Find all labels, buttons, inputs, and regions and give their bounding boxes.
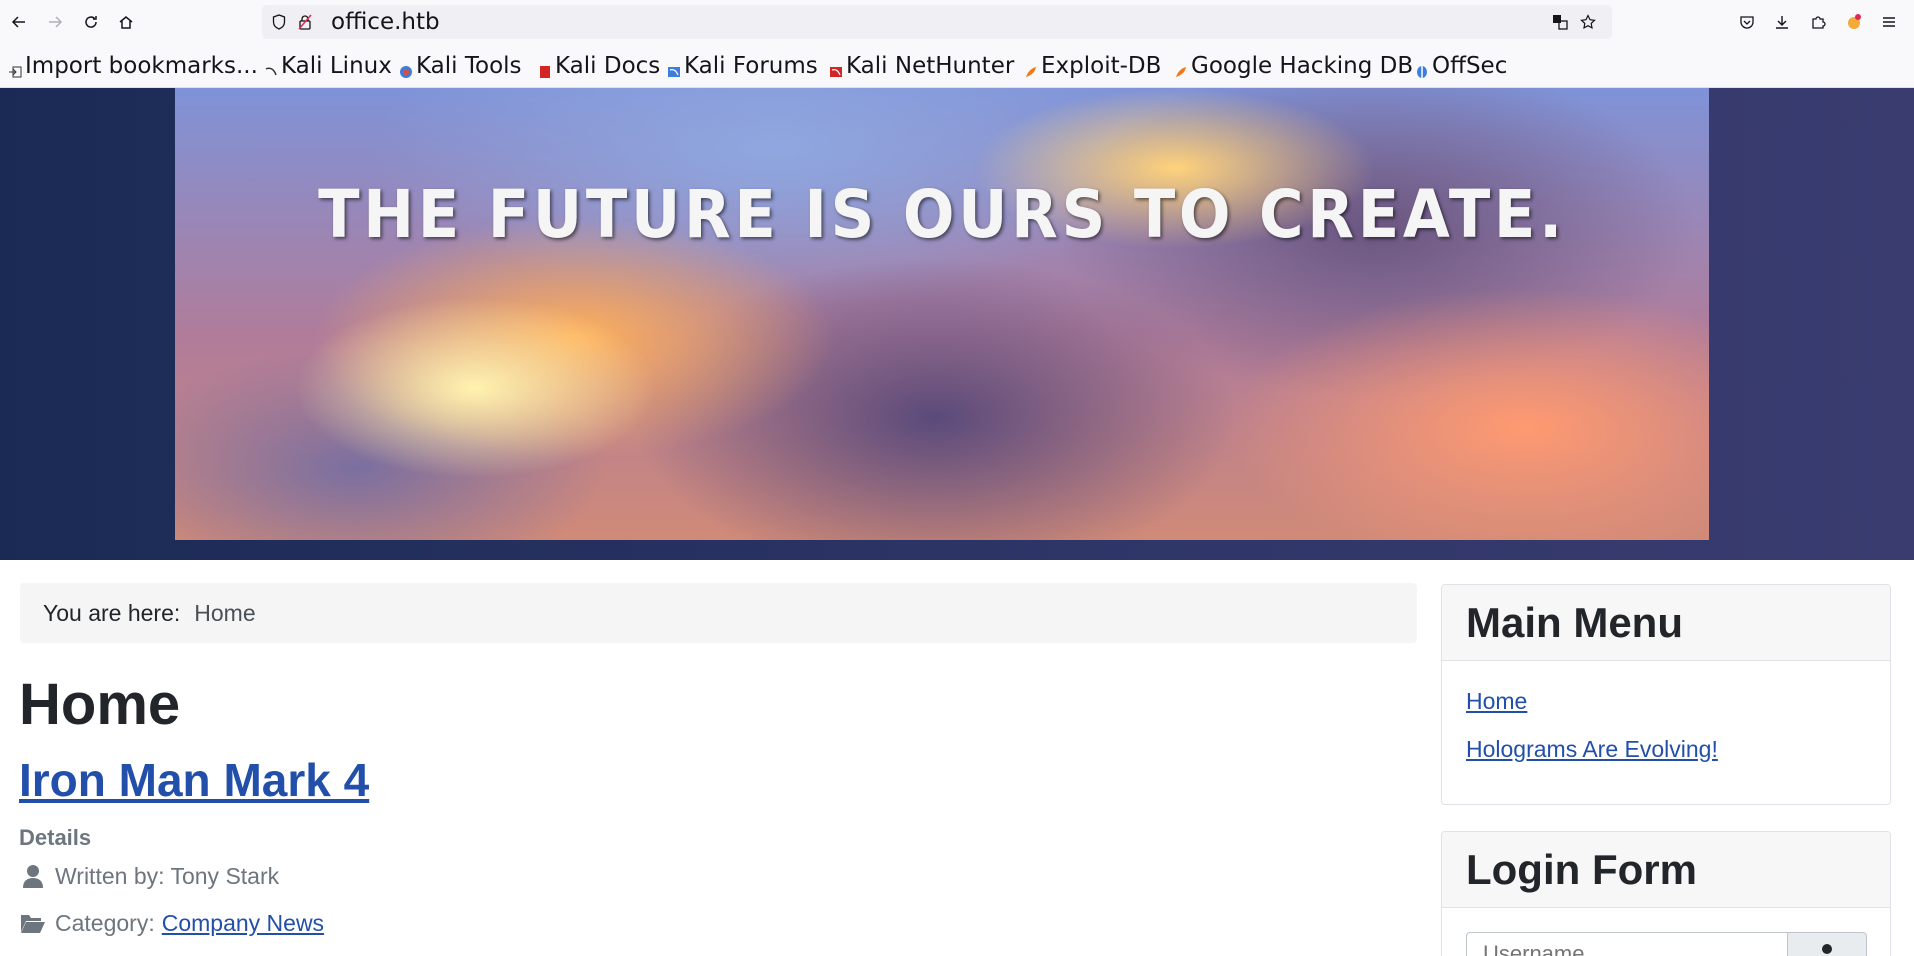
- kali-docs-icon: [538, 59, 552, 78]
- kali-icon: [264, 59, 278, 76]
- menu-item-home: Home: [1466, 677, 1866, 725]
- username-addon: [1787, 932, 1867, 956]
- article-author: Written by: Tony Stark: [19, 861, 279, 891]
- breadcrumb: You are here: Home: [20, 583, 1417, 643]
- main-menu-list: Home Holograms Are Evolving!: [1442, 661, 1890, 783]
- url-text[interactable]: office.htb: [331, 10, 440, 34]
- kali-forums-icon: [667, 59, 681, 77]
- main-menu-card: Main Menu Home Holograms Are Evolving!: [1441, 584, 1891, 805]
- bookmark-offsec[interactable]: OffSec: [1415, 52, 1507, 80]
- translate-icon[interactable]: [1552, 14, 1568, 30]
- header-banner-image[interactable]: THE FUTURE IS OURS TO CREATE.: [175, 88, 1709, 540]
- fox-avatar-icon: [1848, 14, 1861, 29]
- pocket-icon: [1740, 16, 1754, 29]
- username-input[interactable]: [1466, 932, 1788, 956]
- bookmark-kali-nethunter[interactable]: Kali NetHunter: [829, 52, 1014, 80]
- banner-slogan: THE FUTURE IS OURS TO CREATE.: [318, 176, 1566, 253]
- details-label: Details: [19, 825, 92, 850]
- hamburger-menu-icon: [1883, 17, 1895, 27]
- page-title: Home: [19, 672, 181, 737]
- bookmark-star-icon[interactable]: [1580, 14, 1596, 30]
- menu-button[interactable]: [1876, 9, 1902, 35]
- bookmark-import[interactable]: Import bookmarks...: [8, 52, 258, 80]
- menu-link-home[interactable]: Home: [1466, 688, 1527, 715]
- browser-toolbar: office.htb: [0, 0, 1914, 44]
- back-button[interactable]: [6, 9, 32, 35]
- bookmark-kali-tools[interactable]: Kali Tools: [399, 52, 522, 80]
- article-title-link[interactable]: Iron Man Mark 4: [19, 750, 369, 810]
- bookmark-label: Google Hacking DB: [1191, 53, 1414, 79]
- bookmark-google-hacking-db[interactable]: Google Hacking DB: [1174, 52, 1413, 80]
- bookmark-label: OffSec: [1432, 53, 1508, 79]
- reload-button[interactable]: [78, 9, 104, 35]
- site-header: THE FUTURE IS OURS TO CREATE.: [0, 88, 1914, 560]
- breadcrumb-current: Home: [194, 599, 256, 626]
- import-icon: [8, 59, 22, 78]
- bookmark-label: Kali Tools: [416, 53, 522, 79]
- forward-button[interactable]: [42, 9, 68, 35]
- bookmark-kali-forums[interactable]: Kali Forums: [667, 52, 818, 80]
- reload-icon: [85, 16, 97, 28]
- category-link[interactable]: Company News: [162, 910, 324, 937]
- user-icon: [19, 863, 47, 889]
- shield-icon[interactable]: [271, 14, 287, 30]
- bookmark-exploit-db[interactable]: Exploit-DB: [1024, 52, 1161, 80]
- kali-tools-icon: [399, 59, 413, 78]
- bookmark-kali-linux[interactable]: Kali Linux: [264, 52, 392, 80]
- puzzle-icon: [1812, 16, 1826, 29]
- bookmarks-toolbar: Import bookmarks... Kali Linux Kali Tool…: [0, 44, 1914, 88]
- bookmark-kali-docs[interactable]: Kali Docs: [538, 52, 660, 80]
- bookmark-label: Kali Forums: [684, 53, 818, 79]
- offsec-icon: [1415, 59, 1429, 78]
- insecure-lock-icon[interactable]: [297, 14, 313, 30]
- downloads-button[interactable]: [1769, 9, 1795, 35]
- breadcrumb-label: You are here:: [43, 599, 181, 626]
- forward-arrow-icon: [49, 16, 63, 28]
- login-form-title: Login Form: [1442, 832, 1890, 908]
- extensions-button[interactable]: [1805, 9, 1831, 35]
- category-label: Category:: [55, 909, 155, 936]
- bookmark-label: Exploit-DB: [1041, 53, 1162, 79]
- home-icon: [119, 16, 133, 29]
- bookmark-label: Kali Linux: [281, 53, 392, 79]
- menu-link-holograms[interactable]: Holograms Are Evolving!: [1466, 736, 1718, 763]
- account-button[interactable]: [1841, 9, 1867, 35]
- login-form-body: [1442, 908, 1890, 956]
- pocket-button[interactable]: [1734, 9, 1760, 35]
- download-icon: [1776, 16, 1788, 29]
- folder-open-icon: [19, 910, 47, 936]
- url-bar[interactable]: office.htb: [262, 5, 1612, 39]
- exploit-db-icon: [1024, 59, 1038, 77]
- author-text: Written by: Tony Stark: [55, 862, 280, 889]
- main-menu-title: Main Menu: [1442, 585, 1890, 661]
- bookmark-label: Kali NetHunter: [846, 53, 1015, 79]
- menu-item-holograms: Holograms Are Evolving!: [1466, 725, 1866, 773]
- nethunter-icon: [829, 59, 843, 77]
- bookmark-label: Kali Docs: [555, 53, 661, 79]
- article-category: Category: Company News: [19, 908, 324, 938]
- bookmark-label: Import bookmarks...: [25, 53, 258, 79]
- back-arrow-icon: [11, 16, 25, 28]
- home-button[interactable]: [113, 9, 139, 35]
- login-form-card: Login Form: [1441, 831, 1891, 956]
- user-icon: [1822, 944, 1832, 954]
- ghdb-icon: [1174, 59, 1188, 77]
